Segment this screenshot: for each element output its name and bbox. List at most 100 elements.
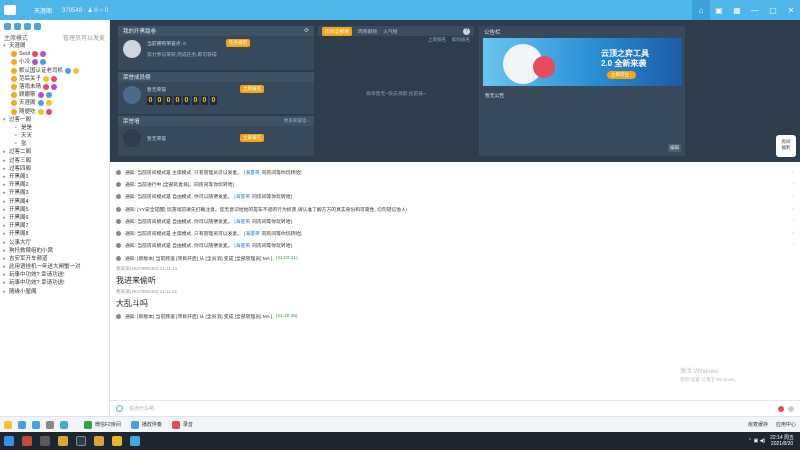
channel-group[interactable]: ▾ 过客一阁 <box>3 116 109 124</box>
sub-channel-item[interactable]: • 天天 <box>3 132 109 140</box>
emoji-icon[interactable] <box>116 405 123 412</box>
notice-arrow-icon[interactable]: › <box>792 170 794 175</box>
app-icon-1[interactable] <box>18 432 36 450</box>
notice-icon <box>116 231 121 237</box>
gift-icon[interactable] <box>778 405 784 412</box>
yy-icon[interactable] <box>4 420 12 429</box>
clock-date: 2021/8/20 <box>770 441 794 447</box>
member-item[interactable]: 小冷 <box>3 58 109 66</box>
channel-group[interactable]: ▸ 开黑阁8 <box>3 230 109 238</box>
message-user[interactable]: 我某某(2637895283) 21:11:51 <box>116 289 794 298</box>
layout-button[interactable]: ▣ <box>710 0 728 20</box>
home-button[interactable]: ⌂ <box>692 0 710 20</box>
tab-week-rank[interactable]: 周贡献榜 <box>358 28 377 35</box>
notice-arrow-icon[interactable]: › <box>792 182 794 187</box>
member-badge-icon <box>51 75 58 82</box>
channel-group-label: 公事大厅 <box>9 239 32 246</box>
notice-arrow-icon[interactable]: › <box>792 194 794 199</box>
notice-keyword[interactable]: [海量英 <box>234 193 250 200</box>
sound-icon[interactable] <box>60 420 68 429</box>
search-icon[interactable] <box>34 22 41 30</box>
minimize-button[interactable]: — <box>746 0 764 20</box>
message-input[interactable]: 说点什么吧... <box>129 405 158 412</box>
channel-group[interactable]: ▾ 天涯阁 <box>3 42 109 50</box>
app-icon-5[interactable] <box>90 432 108 450</box>
tray-icons[interactable]: ⌃ ▣ ◀) <box>748 438 765 444</box>
channel-group[interactable]: ▸ 狗托救赎组的小窝 <box>3 247 109 255</box>
channel-group[interactable]: ▸ 随缘小屋阁 <box>3 288 109 296</box>
member-item[interactable]: 落雨未晴 <box>3 83 109 91</box>
channel-group[interactable]: ▸ 开黑阁4 <box>3 198 109 206</box>
speaker-icon[interactable] <box>18 420 26 429</box>
notice-keyword[interactable]: [海量英 <box>234 242 250 249</box>
channel-group[interactable]: ▸ 过客二阁 <box>3 148 109 156</box>
member-item[interactable]: 顾娜斯 <box>3 91 109 99</box>
channel-group[interactable]: ▸ 吉安军开车频道 <box>3 255 109 263</box>
member-item[interactable]: 天涯阁 <box>3 99 109 107</box>
sub-channel-item[interactable]: • 是是 <box>3 124 109 132</box>
close-button[interactable]: ✕ <box>782 0 800 20</box>
channel-group[interactable]: ▸ 开黑阁2 <box>3 181 109 189</box>
wechat-room-button[interactable]: 微信F2房间 <box>84 420 121 429</box>
app-center-button[interactable]: 应用中心 <box>776 421 796 428</box>
channel-group[interactable]: ▸ 此用语挂机一年送大闸蟹一对 <box>3 263 109 271</box>
channel-group[interactable]: ▸ 公事大厅 <box>3 239 109 247</box>
settings-icon[interactable] <box>46 420 54 429</box>
member-item[interactable]: 随便吃 <box>3 108 109 116</box>
clock[interactable]: 22:14 周五 2021/8/20 <box>770 435 794 447</box>
member-item[interactable]: 默认国认证老司机 <box>3 67 109 75</box>
room-welfare-button[interactable]: 房间 福利 <box>776 135 796 157</box>
mode-link[interactable]: 管理员可以发麦 <box>63 33 105 42</box>
app-icon-3[interactable] <box>54 432 72 450</box>
channel-group[interactable]: ▸ 开黑阁7 <box>3 222 109 230</box>
grid-button[interactable]: ▦ <box>728 0 746 20</box>
channel-group[interactable]: ▸ 开黑阁6 <box>3 214 109 222</box>
channel-group[interactable]: ▸ 过客三阁 <box>3 157 109 165</box>
rank-signup-button[interactable]: 立即报名 <box>240 85 265 93</box>
member-item[interactable]: Soul <box>3 50 109 58</box>
notice-arrow-icon[interactable]: › <box>792 231 794 236</box>
refresh-icon[interactable]: ⟳ <box>304 28 309 34</box>
play-accompany-button[interactable]: 播放伴奏 <box>130 420 162 429</box>
honor-signup-button[interactable]: 立即报名 <box>240 134 265 142</box>
message-user[interactable]: 我某某(2637895283) 21:11:14 <box>116 266 794 275</box>
how-rank-link[interactable]: 如何排名 <box>452 37 470 45</box>
app-icon-4[interactable] <box>72 432 90 450</box>
share-tool-icon[interactable] <box>24 22 31 30</box>
maximize-button[interactable]: ▢ <box>764 0 782 20</box>
last-week-link[interactable]: 上周排名 <box>428 37 446 45</box>
member-item[interactable]: 范后关子 <box>3 75 109 83</box>
mic-icon[interactable] <box>32 420 40 429</box>
tab-popular-rank[interactable]: 人气榜 <box>383 28 397 35</box>
task-rules-button[interactable]: 任务规则 <box>225 39 250 47</box>
channel-group[interactable]: ▸ 开黑阁5 <box>3 206 109 214</box>
channel-group[interactable]: ▸ 开黑阁3 <box>3 189 109 197</box>
channel-group[interactable]: ▸ 过客四阁 <box>3 165 109 173</box>
cache-button[interactable]: 房麦缓存 <box>748 421 768 428</box>
promo-banner[interactable]: 云顶之弈工具 2.0 全新来袭 立即前往 › <box>483 38 682 86</box>
app-icon-2[interactable] <box>36 432 54 450</box>
list-tool-icon[interactable] <box>14 22 21 30</box>
sub-channel-item[interactable]: • 张 <box>3 140 109 148</box>
notice-arrow-icon[interactable]: › <box>792 243 794 248</box>
more-icon[interactable] <box>788 405 794 412</box>
channel-group[interactable]: ▸ 开黑阁1 <box>3 173 109 181</box>
app-icon-7[interactable] <box>126 432 144 450</box>
notice-keyword[interactable]: [海量英 <box>234 218 250 225</box>
notice-arrow-icon[interactable]: › <box>792 219 794 224</box>
mode-select[interactable]: 主席模式 <box>4 33 28 42</box>
mic-tool-icon[interactable] <box>4 22 11 30</box>
help-icon[interactable]: ? <box>463 27 470 35</box>
banner-cta[interactable]: 立即前往 › <box>607 71 636 79</box>
notice-keyword[interactable]: [海量英 <box>244 230 260 237</box>
announcement-edit-button[interactable]: 编辑 <box>668 144 681 152</box>
channel-group[interactable]: ▸ 玩事中功效? 幸请功送! <box>3 271 109 279</box>
notice-arrow-icon[interactable]: › <box>792 207 794 212</box>
start-icon[interactable] <box>0 432 18 450</box>
notice-keyword[interactable]: [海量英 <box>244 169 260 176</box>
app-icon-6[interactable] <box>108 432 126 450</box>
channel-group[interactable]: ▸ 玩事中功效? 幸请功送! <box>3 279 109 287</box>
honor-more-link[interactable]: 更多荣誉墙 › <box>284 118 309 124</box>
record-button[interactable]: 录音 <box>171 420 193 429</box>
tab-room-rank[interactable]: 房间全部榜 <box>322 26 352 36</box>
